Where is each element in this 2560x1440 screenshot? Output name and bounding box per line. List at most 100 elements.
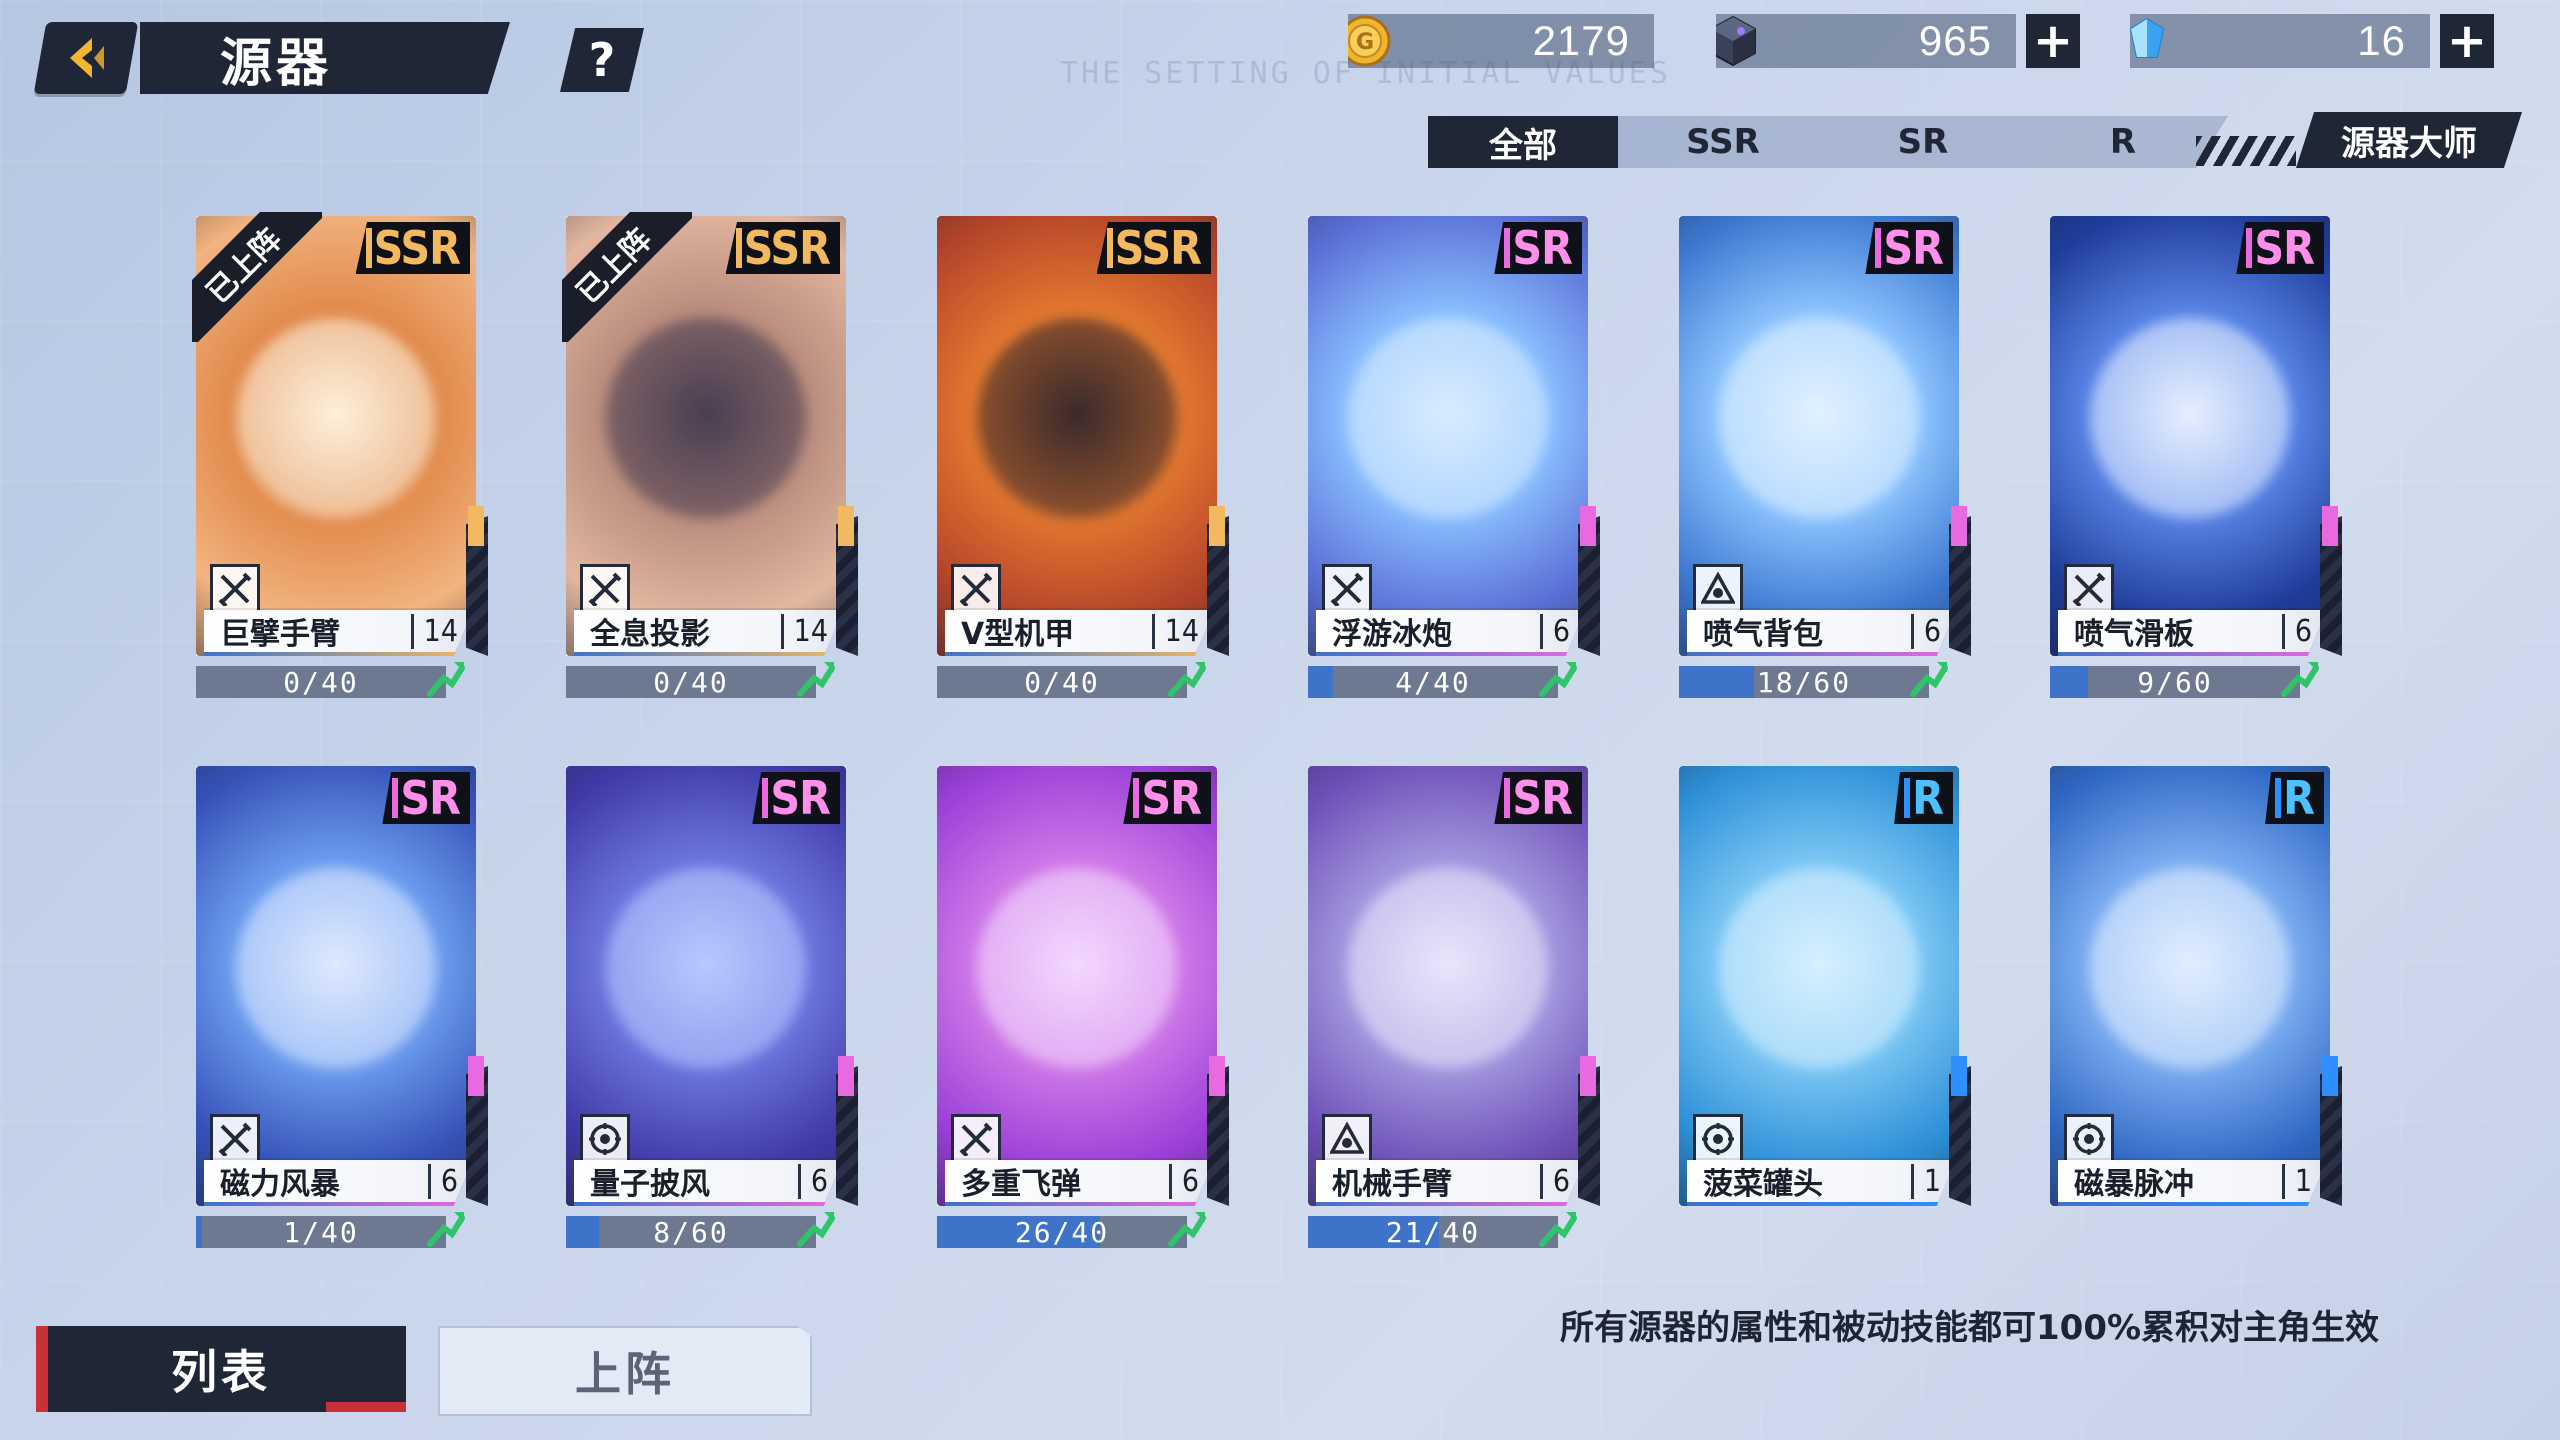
relic-card[interactable]: SR 浮游冰炮 6 4/40 [1308, 216, 1624, 736]
card-name-plate: 量子披风 6 [574, 1160, 842, 1206]
help-button[interactable]: ? [560, 28, 644, 92]
target-gear-icon [2064, 1114, 2114, 1164]
card-name: 浮游冰炮 [1332, 617, 1452, 652]
card-name: 多重飞弹 [961, 1167, 1081, 1202]
rarity-badge: SSR [725, 222, 840, 274]
relic-card[interactable]: SR 机械手臂 6 21/40 [1308, 766, 1624, 1286]
relic-card[interactable]: R 磁暴脉冲 1 [2050, 766, 2366, 1286]
card-name: 全息投影 [590, 617, 710, 652]
rarity-label: R [2283, 771, 2315, 825]
card-side-accent [838, 506, 854, 546]
relic-card[interactable]: R 菠菜罐头 1 [1679, 766, 1995, 1286]
add-cube-button[interactable]: + [2026, 14, 2080, 68]
upgrade-arrow-icon[interactable] [1163, 1204, 1207, 1248]
card-side-accent [468, 1056, 484, 1096]
page-title: 源器 [220, 33, 333, 94]
card-level: 1 [2281, 1163, 2312, 1199]
crystal-icon [2130, 14, 2178, 68]
list-button-corner [326, 1402, 406, 1412]
page-title-plate: 源器 [140, 22, 510, 94]
card-level: 6 [1539, 1163, 1570, 1199]
deploy-button[interactable]: 上阵 [438, 1326, 812, 1416]
rarity-label: R [1912, 771, 1944, 825]
card-side-accent [1209, 506, 1225, 546]
upgrade-arrow-icon[interactable] [792, 654, 836, 698]
upgrade-arrow-icon[interactable] [1534, 1204, 1578, 1248]
relic-card[interactable]: SR 磁力风暴 6 1/40 [196, 766, 512, 1286]
eye-triangle-icon [1322, 1114, 1372, 1164]
progress-text: 9/60 [2137, 666, 2213, 698]
card-side-accent [1580, 506, 1596, 546]
rarity-label: SR [1141, 771, 1202, 825]
list-button[interactable]: 列表 [36, 1326, 406, 1412]
card-name-plate: 喷气背包 6 [1687, 610, 1955, 656]
progress-text: 1/40 [283, 1216, 359, 1248]
list-button-accent [36, 1326, 48, 1412]
upgrade-arrow-icon[interactable] [792, 1204, 836, 1248]
rarity-badge: SR [2236, 222, 2324, 274]
relic-card[interactable]: SSR 巨擘手臂 14 已上阵 0/40 [192, 212, 512, 736]
upgrade-arrow-icon[interactable] [2276, 654, 2320, 698]
upgrade-arrow-icon[interactable] [1163, 654, 1207, 698]
card-level: 14 [1151, 613, 1199, 649]
rarity-label: SR [1512, 771, 1573, 825]
card-art-glow [977, 868, 1177, 1069]
card-name-plate: V型机甲 14 [945, 610, 1213, 656]
rarity-label: SR [2254, 221, 2315, 275]
gold-value: 2179 [1532, 17, 1630, 64]
tab-ssr[interactable]: SSR [1628, 116, 1818, 168]
rarity-label: SR [1883, 221, 1944, 275]
upgrade-progress: 26/40 [937, 1216, 1187, 1248]
upgrade-arrow-icon[interactable] [422, 1204, 466, 1248]
rarity-bar [365, 228, 372, 268]
relic-card[interactable]: SR 喷气滑板 6 9/60 [2050, 216, 2366, 736]
tab-sr[interactable]: SR [1828, 116, 2018, 168]
add-crystal-button[interactable]: + [2440, 14, 2494, 68]
deployed-ribbon: 已上阵 [562, 212, 692, 342]
tab-r[interactable]: R [2028, 116, 2218, 168]
upgrade-progress: 0/40 [196, 666, 446, 698]
card-frame: SR 喷气背包 6 [1679, 216, 1959, 656]
card-level: 6 [427, 1163, 458, 1199]
rarity-label: SSR [1114, 221, 1202, 275]
card-frame: SR 喷气滑板 6 [2050, 216, 2330, 656]
card-side-accent [1209, 1056, 1225, 1096]
progress-text: 18/60 [1756, 666, 1852, 698]
card-frame: SR 磁力风暴 6 [196, 766, 476, 1206]
rarity-label: SSR [373, 221, 461, 275]
card-level: 6 [1910, 613, 1941, 649]
rarity-underline [1687, 1202, 1955, 1206]
progress-text: 4/40 [1395, 666, 1471, 698]
rarity-badge: SSR [1096, 221, 1211, 275]
upgrade-progress: 9/60 [2050, 666, 2300, 698]
deploy-button-label: 上阵 [575, 1347, 675, 1401]
relic-card[interactable]: SR 喷气背包 6 18/60 [1679, 216, 1995, 736]
rarity-bar [762, 778, 769, 818]
upgrade-arrow-icon[interactable] [1905, 654, 1949, 698]
rarity-label: SR [1512, 221, 1573, 275]
list-button-label: 列表 [171, 1345, 271, 1399]
relic-card[interactable]: SR 多重飞弹 6 26/40 [937, 766, 1253, 1286]
rarity-tabs: 全部 SSR SR R [1428, 116, 2228, 168]
rarity-bar [735, 228, 742, 268]
card-name: 磁力风暴 [220, 1167, 340, 1202]
relic-card[interactable]: SR 量子披风 6 8/60 [566, 766, 882, 1286]
card-frame: SR 机械手臂 6 [1308, 766, 1588, 1206]
rarity-bar [1504, 228, 1511, 268]
tab-all[interactable]: 全部 [1428, 116, 1618, 168]
card-name: 菠菜罐头 [1703, 1167, 1823, 1202]
relic-card[interactable]: SSR 全息投影 14 已上阵 0/40 [562, 212, 882, 736]
progress-text: 26/40 [1014, 1216, 1110, 1248]
card-side-accent [1951, 1056, 1967, 1096]
rarity-bar [392, 778, 399, 818]
card-art-glow [2090, 868, 2290, 1069]
cube-currency: 965 [1716, 14, 2016, 68]
crossed-swords-icon [951, 1114, 1001, 1164]
relic-card[interactable]: SSR V型机甲 14 0/40 [937, 216, 1253, 736]
progress-text: 0/40 [283, 666, 359, 698]
upgrade-arrow-icon[interactable] [422, 654, 466, 698]
card-name-plate: 多重飞弹 6 [945, 1160, 1213, 1206]
upgrade-arrow-icon[interactable] [1534, 654, 1578, 698]
master-button[interactable]: 源器大师 [2296, 112, 2522, 168]
back-button[interactable] [33, 22, 139, 94]
